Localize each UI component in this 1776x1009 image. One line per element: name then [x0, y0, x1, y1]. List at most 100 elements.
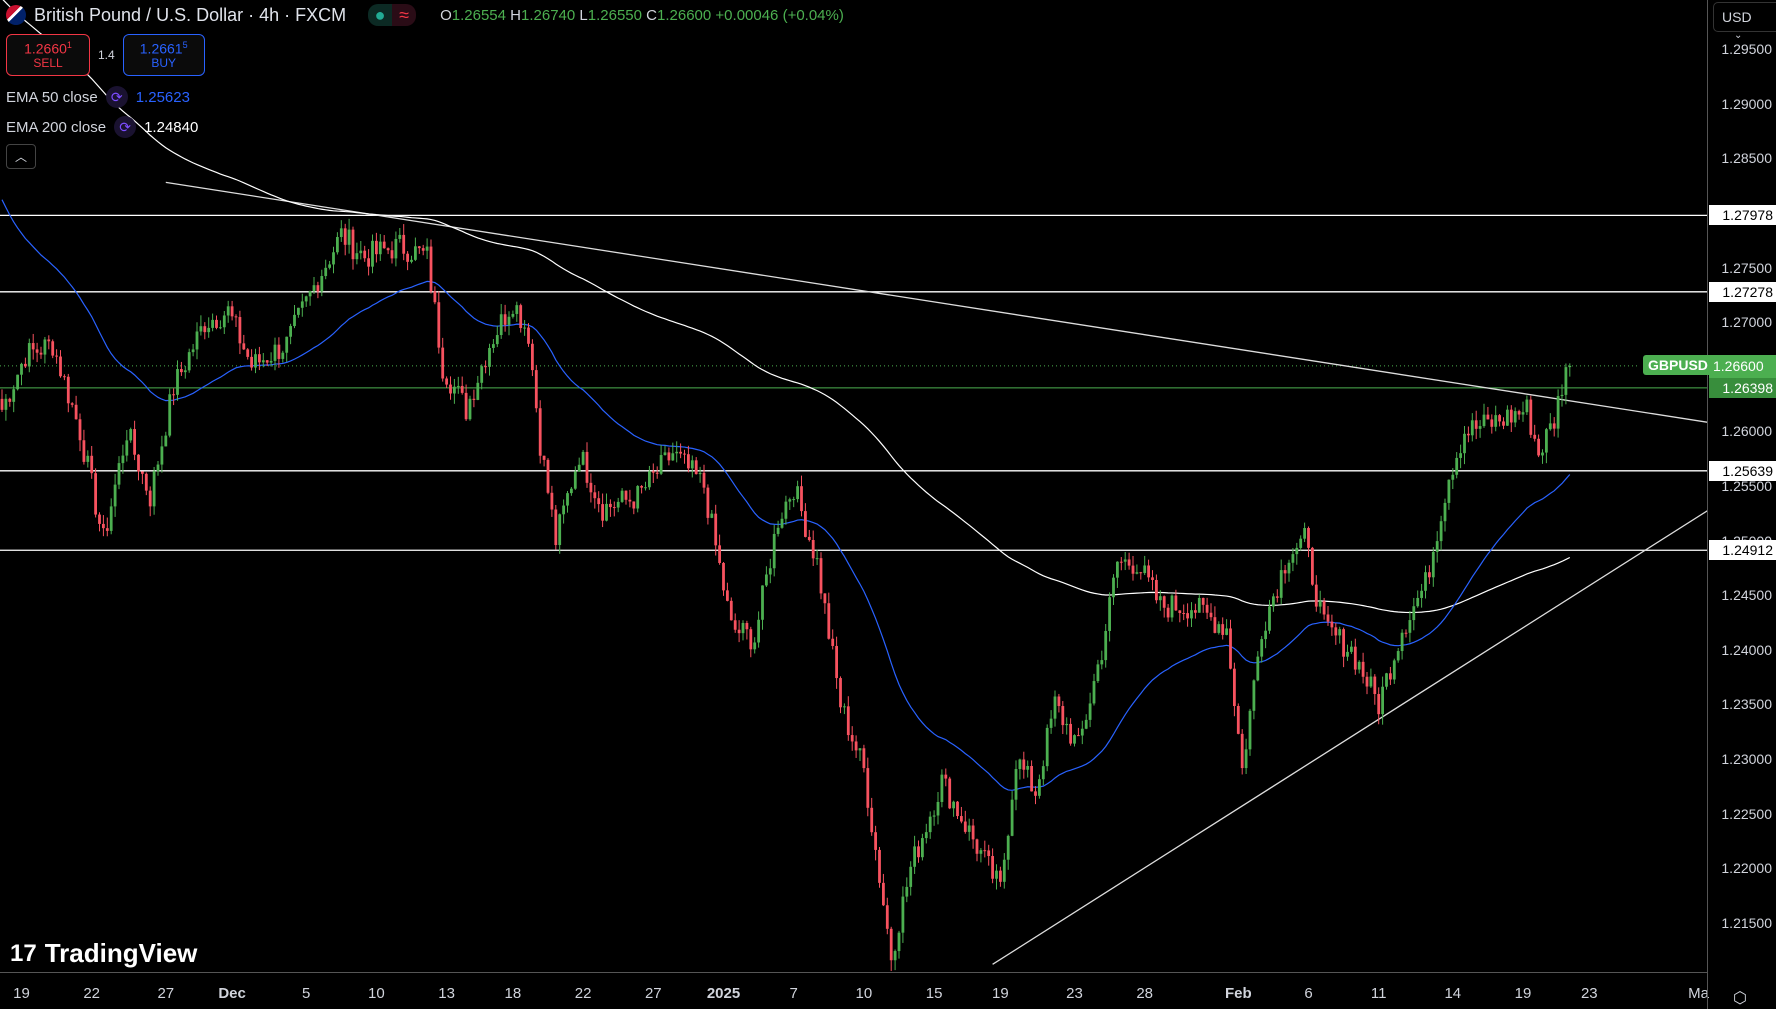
price-chart[interactable]: [0, 0, 1707, 972]
candle-body: [199, 326, 203, 332]
candle-body: [839, 678, 842, 708]
candle-body: [1240, 733, 1244, 769]
time-tick: 27: [157, 985, 175, 1002]
candle-body: [316, 285, 320, 292]
candle-body: [776, 527, 780, 534]
candle-body: [1084, 719, 1088, 729]
candle-body: [339, 228, 343, 238]
candle-body: [371, 240, 374, 267]
candle-body: [156, 464, 160, 472]
tradingview-logo[interactable]: 17 TradingView: [10, 938, 197, 969]
candle-body: [187, 352, 191, 371]
candle-body: [1521, 412, 1525, 415]
candle-body: [1564, 367, 1568, 395]
candle-body: [975, 839, 979, 854]
candle-body: [780, 518, 784, 528]
candle-body: [1517, 411, 1521, 415]
candle-body: [1092, 681, 1096, 704]
candle-body: [632, 501, 636, 509]
price-axis[interactable]: 1.29500 1.29000 1.28500 1.27500 1.27000 1.260…: [1707, 0, 1776, 972]
candle-body: [624, 490, 628, 500]
refresh-icon[interactable]: ⟳: [105, 86, 128, 108]
candle-body: [375, 240, 378, 255]
candle-body: [874, 832, 877, 850]
time-tick: 23: [1580, 985, 1598, 1002]
candle-body: [554, 509, 558, 546]
candle-body: [449, 384, 452, 394]
market-status[interactable]: ● ≈: [368, 4, 417, 26]
trendline: [992, 510, 1707, 965]
candle-body: [1127, 559, 1131, 566]
collapse-legend-button[interactable]: ︿: [6, 144, 36, 169]
candle-body: [1322, 601, 1326, 615]
candle-body: [297, 307, 300, 315]
refresh-icon[interactable]: ⟳: [114, 116, 137, 138]
candle-body: [952, 801, 955, 809]
candle-body: [1174, 595, 1178, 611]
symbol-header: British Pound / U.S. Dollar · 4h · FXCM …: [6, 4, 844, 26]
candle-body: [495, 335, 499, 345]
candle-body: [230, 306, 234, 317]
price-tick: 1.22000: [1721, 860, 1772, 877]
candle-body: [1018, 759, 1022, 770]
settings-icon[interactable]: ⬡: [1733, 988, 1747, 1008]
candle-body: [831, 638, 835, 646]
candle-body: [573, 471, 577, 489]
candle-body: [102, 523, 105, 529]
indicator-ema200[interactable]: EMA 200 close ⟳ 1.24840: [6, 116, 198, 138]
candle-body: [203, 326, 207, 333]
candle-body: [1143, 565, 1147, 574]
candle-body: [1513, 411, 1517, 423]
time-tick: 5: [302, 985, 311, 1002]
candle-body: [761, 585, 764, 620]
candle-body: [1100, 660, 1104, 665]
candle-body: [39, 352, 43, 355]
candle-body: [601, 504, 604, 521]
candle-body: [800, 486, 803, 512]
candle-body: [24, 363, 27, 367]
delay-icon: ≈: [392, 4, 417, 26]
candle-body: [195, 331, 199, 350]
time-tick: 7: [789, 985, 798, 1002]
price-tick: 1.24500: [1721, 587, 1772, 604]
candle-body: [702, 472, 706, 488]
candle-body: [811, 539, 815, 559]
candle-body: [1030, 766, 1033, 792]
candle-body: [768, 568, 772, 575]
candle-body: [1467, 433, 1470, 436]
symbol-title[interactable]: British Pound / U.S. Dollar · 4h · FXCM: [34, 5, 346, 26]
candle-body: [453, 386, 456, 394]
candle-body: [47, 339, 51, 342]
candle-body: [577, 464, 581, 472]
candle-body: [897, 932, 901, 952]
candle-body: [320, 276, 324, 292]
candle-body: [414, 246, 417, 260]
candle-body: [609, 503, 612, 508]
candle-body: [745, 622, 749, 630]
candle-body: [402, 234, 406, 254]
candle-body: [1568, 365, 1572, 368]
candle-body: [1205, 604, 1209, 613]
candle-body: [765, 574, 768, 586]
symbol-price-tag: GBPUSD: [1643, 354, 1713, 375]
candle-body: [1057, 696, 1061, 707]
candle-body: [351, 229, 355, 260]
currency-selector[interactable]: USD ⌄: [1713, 2, 1776, 41]
candle-body: [265, 360, 269, 363]
candle-body: [1447, 479, 1451, 503]
candle-body: [858, 748, 862, 751]
candle-body: [285, 336, 289, 353]
candle-body: [792, 499, 796, 501]
indicator-ema50[interactable]: EMA 50 close ⟳ 1.25623: [6, 86, 190, 108]
candle-body: [215, 319, 218, 328]
sell-button[interactable]: 1.26601 SELL: [6, 34, 90, 76]
candle-body: [523, 327, 526, 329]
candle-body: [1478, 426, 1482, 429]
candle-body: [971, 825, 975, 840]
buy-button[interactable]: 1.26615 BUY: [122, 34, 205, 76]
candle-body: [460, 385, 464, 393]
candle-body: [176, 369, 179, 395]
candle-body: [1330, 621, 1334, 628]
candle-body: [846, 706, 850, 736]
candle-body: [1014, 769, 1018, 800]
